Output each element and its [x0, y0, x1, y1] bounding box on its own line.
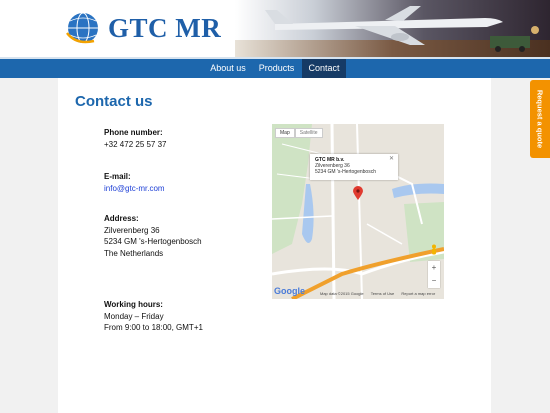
address-line: Zilverenberg 36 [104, 225, 160, 235]
hours-block: Working hours: Monday – Friday From 9:00… [104, 299, 203, 334]
map-type-tabs: Map Satellite [275, 128, 323, 138]
phone-value: +32 472 25 57 37 [104, 139, 167, 149]
report-map-error-link[interactable]: Report a map error [401, 291, 435, 296]
map-tab-map[interactable]: Map [275, 128, 295, 138]
email-block: E-mail: info@gtc-mr.com [104, 171, 165, 194]
hours-label: Working hours: [104, 300, 163, 309]
phone-label: Phone number: [104, 128, 163, 137]
address-block: Address: Zilverenberg 36 5234 GM 's-Hert… [104, 213, 202, 259]
nav-about-us[interactable]: About us [205, 59, 251, 78]
location-map[interactable]: Map Satellite ✕ GTC MR b.v. Zilverenberg… [272, 124, 444, 299]
phone-block: Phone number: +32 472 25 57 37 [104, 127, 167, 150]
main-nav: About us Products Contact [0, 57, 550, 78]
airplane-banner-image [235, 0, 550, 57]
nav-contact[interactable]: Contact [302, 59, 346, 78]
email-link[interactable]: info@gtc-mr.com [104, 184, 165, 193]
google-logo: Google [274, 286, 305, 296]
info-window-line: 5234 GM 's-Hertogenbosch [315, 169, 376, 175]
globe-icon [66, 12, 98, 44]
page-title: Contact us [75, 93, 153, 110]
request-quote-tab[interactable]: Request a quote [530, 80, 550, 158]
brand-name: GTC MR [108, 12, 222, 43]
zoom-control: + − [428, 261, 440, 288]
terms-of-use-link[interactable]: Terms of Use [371, 291, 395, 296]
brand-logo[interactable]: GTC MR [66, 8, 221, 48]
google-logo-text: Google [274, 286, 305, 296]
map-info-window: ✕ GTC MR b.v. Zilverenberg 36 5234 GM 's… [310, 154, 398, 180]
map-footer: Map data ©2015 Google Terms of Use Repor… [320, 291, 441, 296]
address-line: The Netherlands [104, 248, 164, 258]
site-header: GTC MR [0, 0, 550, 57]
nav-products[interactable]: Products [253, 59, 300, 78]
zoom-out-button[interactable]: − [428, 274, 440, 287]
hours-line: Monday – Friday [104, 311, 164, 321]
hours-line: From 9:00 to 18:00, GMT+1 [104, 323, 203, 332]
address-label: Address: [104, 214, 139, 223]
request-quote-label: Request a quote [535, 89, 545, 149]
map-marker-icon[interactable] [353, 186, 363, 200]
address-line: 5234 GM 's-Hertogenbosch [104, 237, 202, 246]
email-label: E-mail: [104, 172, 131, 181]
street-view-pegman-icon[interactable] [430, 244, 438, 256]
zoom-in-button[interactable]: + [428, 261, 440, 274]
map-data-credit: Map data ©2015 Google [320, 291, 364, 296]
map-canvas[interactable] [272, 124, 444, 299]
close-icon[interactable]: ✕ [389, 156, 394, 162]
map-tab-satellite[interactable]: Satellite [294, 128, 323, 138]
